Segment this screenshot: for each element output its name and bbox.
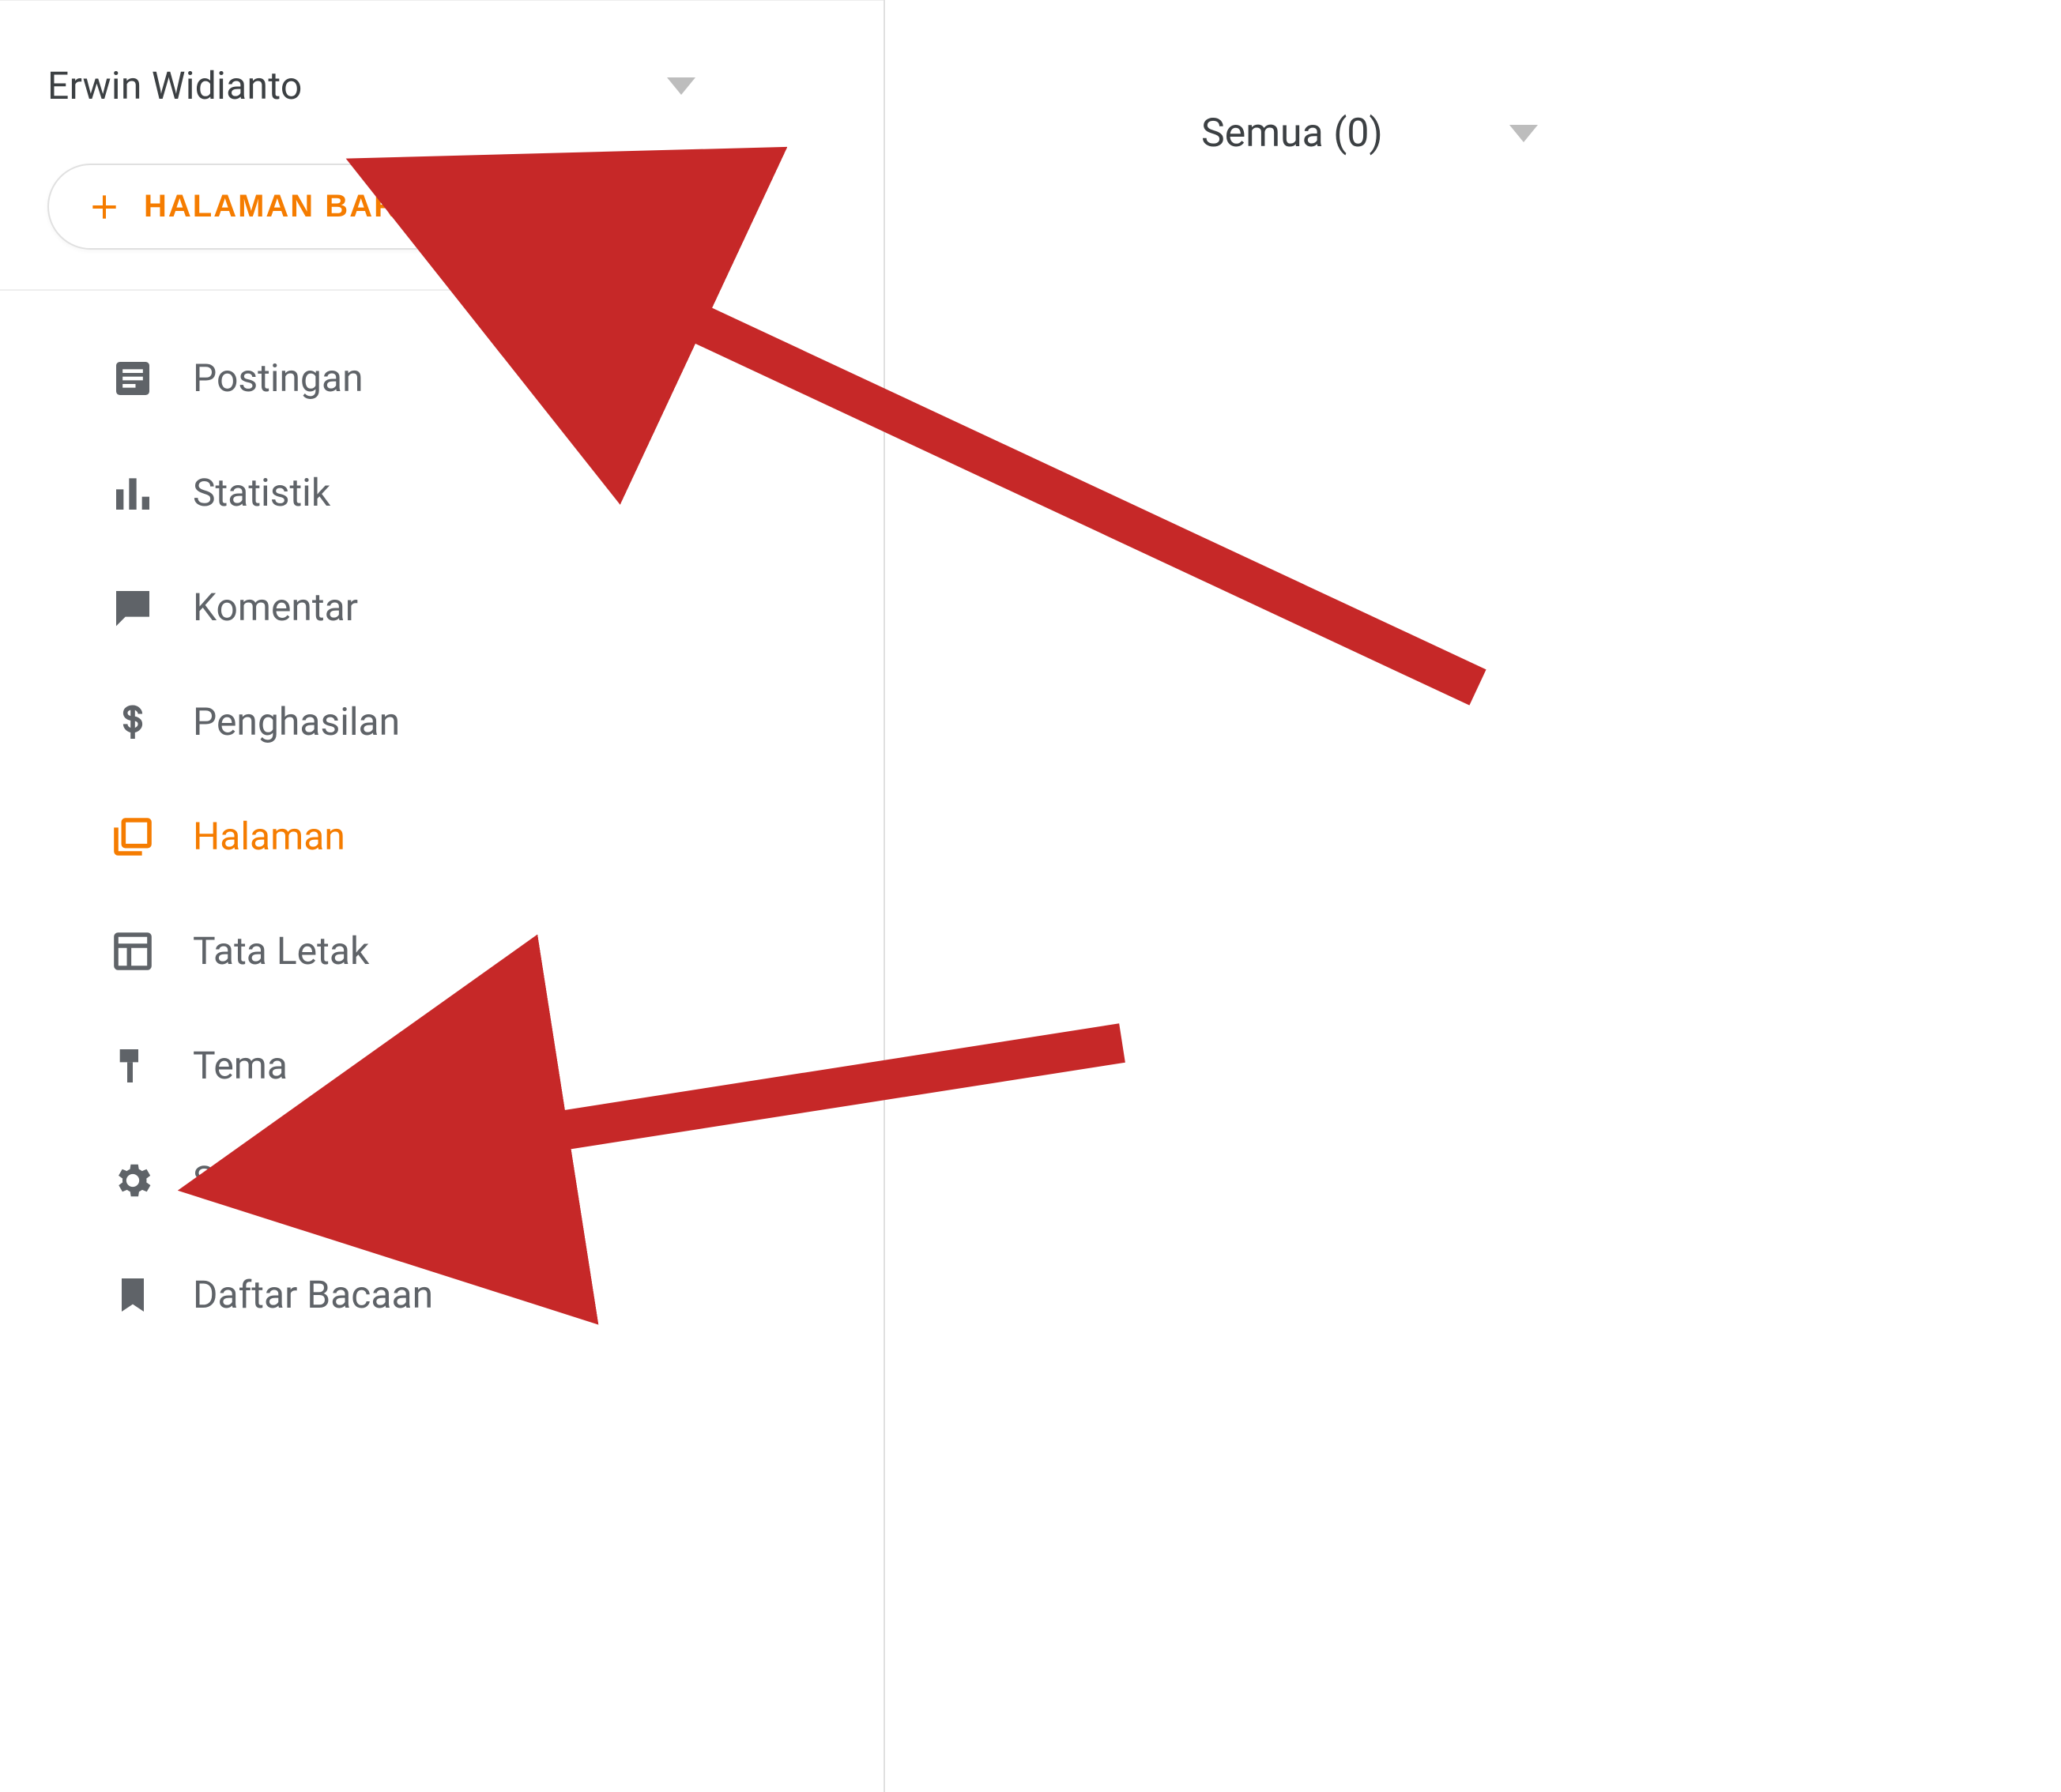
layout-icon — [111, 929, 155, 973]
filter-dropdown[interactable]: Semua (0) — [1201, 111, 1538, 156]
bookmark-icon — [111, 1273, 155, 1317]
content-area: Semua (0) — [885, 0, 2061, 1792]
chevron-down-icon — [1509, 125, 1538, 142]
new-page-button[interactable]: HALAMAN BARU — [47, 164, 477, 250]
chevron-down-icon — [667, 77, 695, 95]
sidebar-item-statistik[interactable]: Statistik — [0, 435, 884, 550]
comment-icon — [111, 585, 155, 630]
post-icon — [111, 356, 155, 401]
blog-name: Erwin Widianto — [47, 63, 303, 108]
filter-label: Semua (0) — [1201, 111, 1383, 156]
dollar-icon — [111, 700, 155, 744]
section-divider — [0, 289, 656, 291]
new-page-label: HALAMAN BARU — [144, 189, 423, 224]
sidebar-item-halaman[interactable]: Halaman — [0, 779, 884, 894]
sidebar-item-label: Postingan — [193, 356, 364, 401]
sidebar: Erwin Widianto HALAMAN BARU Postingan — [0, 0, 885, 1792]
sidebar-item-label: Statistik — [193, 470, 330, 515]
sidebar-item-setelan[interactable]: Setelan — [0, 1123, 884, 1237]
sidebar-item-label: Daftar Bacaan — [193, 1272, 433, 1317]
sidebar-item-label: Komentar — [193, 585, 358, 630]
sidebar-item-tema[interactable]: Tema — [0, 1008, 884, 1123]
theme-icon — [111, 1044, 155, 1088]
sidebar-item-label: Tata Letak — [193, 928, 369, 973]
sidebar-item-postingan[interactable]: Postingan — [0, 321, 884, 435]
sidebar-item-komentar[interactable]: Komentar — [0, 550, 884, 664]
sidebar-item-label: Penghasilan — [193, 699, 400, 744]
sidebar-item-label: Setelan — [193, 1158, 318, 1203]
sidebar-item-label: Tema — [193, 1043, 288, 1088]
sidebar-item-penghasilan[interactable]: Penghasilan — [0, 664, 884, 779]
top-divider — [0, 0, 884, 1]
pages-icon — [111, 815, 155, 859]
blog-selector[interactable]: Erwin Widianto — [0, 16, 782, 140]
sidebar-item-label: Halaman — [193, 814, 345, 859]
sidebar-nav: Postingan Statistik Komentar Penghasilan — [0, 313, 884, 1352]
sidebar-item-daftar-bacaan[interactable]: Daftar Bacaan — [0, 1237, 884, 1352]
gear-icon — [111, 1158, 155, 1203]
plus-icon — [87, 190, 122, 224]
stats-icon — [111, 471, 155, 515]
sidebar-item-tata-letak[interactable]: Tata Letak — [0, 894, 884, 1008]
